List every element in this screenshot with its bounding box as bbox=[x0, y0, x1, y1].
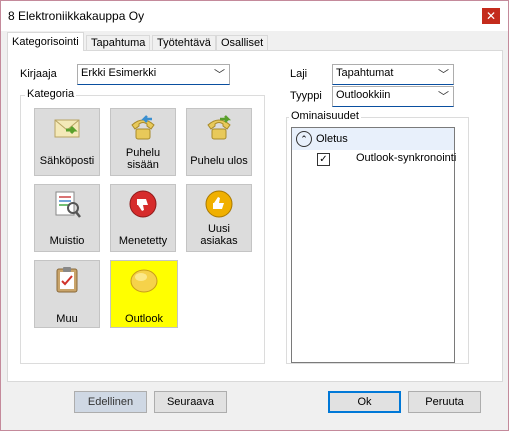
memo-icon bbox=[55, 191, 81, 218]
property-group-label: Oletus bbox=[316, 133, 348, 145]
tab-tyotehtava[interactable]: Työtehtävä bbox=[152, 35, 216, 51]
email-icon bbox=[54, 119, 80, 138]
laji-combo[interactable]: Tapahtumat ﹀ bbox=[332, 64, 454, 85]
tile-label: Sähköposti bbox=[39, 155, 95, 167]
close-button[interactable]: ✕ bbox=[482, 8, 500, 24]
tab-osalliset[interactable]: Osalliset bbox=[216, 35, 269, 51]
phone-out-icon bbox=[207, 115, 232, 140]
cancel-button[interactable]: Peruuta bbox=[408, 391, 481, 413]
chevron-down-icon: ﹀ bbox=[438, 69, 449, 81]
window-title: 8 Elektroniikkakauppa Oy bbox=[8, 9, 145, 23]
tile-puhelu-sisaan[interactable]: Puhelu sisään bbox=[110, 108, 176, 176]
previous-button[interactable]: Edellinen bbox=[74, 391, 147, 413]
tile-label: Puhelu ulos bbox=[190, 155, 248, 167]
kirjaaja-value: Erkki Esimerkki bbox=[81, 67, 157, 79]
dialog-window: 8 Elektroniikkakauppa Oy ✕ Kategorisoint… bbox=[0, 0, 509, 431]
tile-label-line1: Puhelu bbox=[125, 147, 161, 159]
ok-button[interactable]: Ok bbox=[328, 391, 401, 413]
kategoria-title: Kategoria bbox=[25, 88, 77, 100]
ominaisuudet-title: Ominaisuudet bbox=[289, 110, 361, 122]
next-button[interactable]: Seuraava bbox=[154, 391, 227, 413]
thumbs-up-icon bbox=[205, 190, 233, 218]
tile-puhelu-ulos[interactable]: Puhelu ulos bbox=[186, 108, 252, 176]
kirjaaja-combo[interactable]: Erkki Esimerkki ﹀ bbox=[77, 64, 230, 85]
tile-muu[interactable]: Muu bbox=[34, 260, 100, 328]
tile-uusi-asiakas[interactable]: Uusi asiakas bbox=[186, 184, 252, 252]
tyyppi-value: Outlookkiin bbox=[336, 89, 391, 101]
phone-in-icon bbox=[131, 115, 155, 140]
tile-label-line1: Uusi bbox=[207, 223, 230, 235]
tile-sahkoposti[interactable]: Sähköposti bbox=[34, 108, 100, 176]
tile-label: Outlook bbox=[125, 313, 163, 325]
tile-muistio[interactable]: Muistio bbox=[34, 184, 100, 252]
button-bar: Edellinen Seuraava Ok Peruuta bbox=[1, 382, 508, 430]
tab-kategorisointi[interactable]: Kategorisointi bbox=[7, 32, 84, 51]
tile-label: Muu bbox=[56, 313, 78, 325]
tile-label: Menetetty bbox=[118, 235, 168, 247]
outlook-sync-label: Outlook-synkronointi bbox=[356, 152, 457, 164]
collapse-icon[interactable]: ⌃ bbox=[296, 131, 312, 147]
laji-label: Laji bbox=[290, 68, 308, 80]
thumbs-down-icon bbox=[129, 190, 157, 218]
tile-outlook[interactable]: Outlook bbox=[110, 260, 178, 328]
outlook-sync-checkbox[interactable]: ✓ bbox=[317, 153, 330, 166]
kirjaaja-label: Kirjaaja bbox=[20, 68, 57, 80]
clipboard-icon bbox=[56, 267, 78, 293]
title-bar: 8 Elektroniikkakauppa Oy ✕ bbox=[1, 1, 508, 31]
tyyppi-combo[interactable]: Outlookkiin ﹀ bbox=[332, 86, 454, 107]
property-group-header[interactable]: ⌃ Oletus bbox=[292, 128, 454, 150]
tile-label: Muistio bbox=[49, 235, 85, 247]
chevron-down-icon: ﹀ bbox=[214, 69, 225, 81]
chevron-down-icon: ﹀ bbox=[438, 91, 449, 103]
tyyppi-label: Tyyppi bbox=[290, 90, 322, 102]
tile-menetetty[interactable]: Menetetty bbox=[110, 184, 176, 252]
outlook-icon bbox=[130, 269, 158, 293]
tile-label-line2: asiakas bbox=[200, 235, 238, 247]
tab-tapahtuma[interactable]: Tapahtuma bbox=[86, 35, 151, 51]
property-grid: ⌃ Oletus ✓ Outlook-synkronointi bbox=[291, 127, 457, 363]
tile-label-line2: sisään bbox=[127, 159, 159, 171]
laji-value: Tapahtumat bbox=[336, 67, 394, 79]
